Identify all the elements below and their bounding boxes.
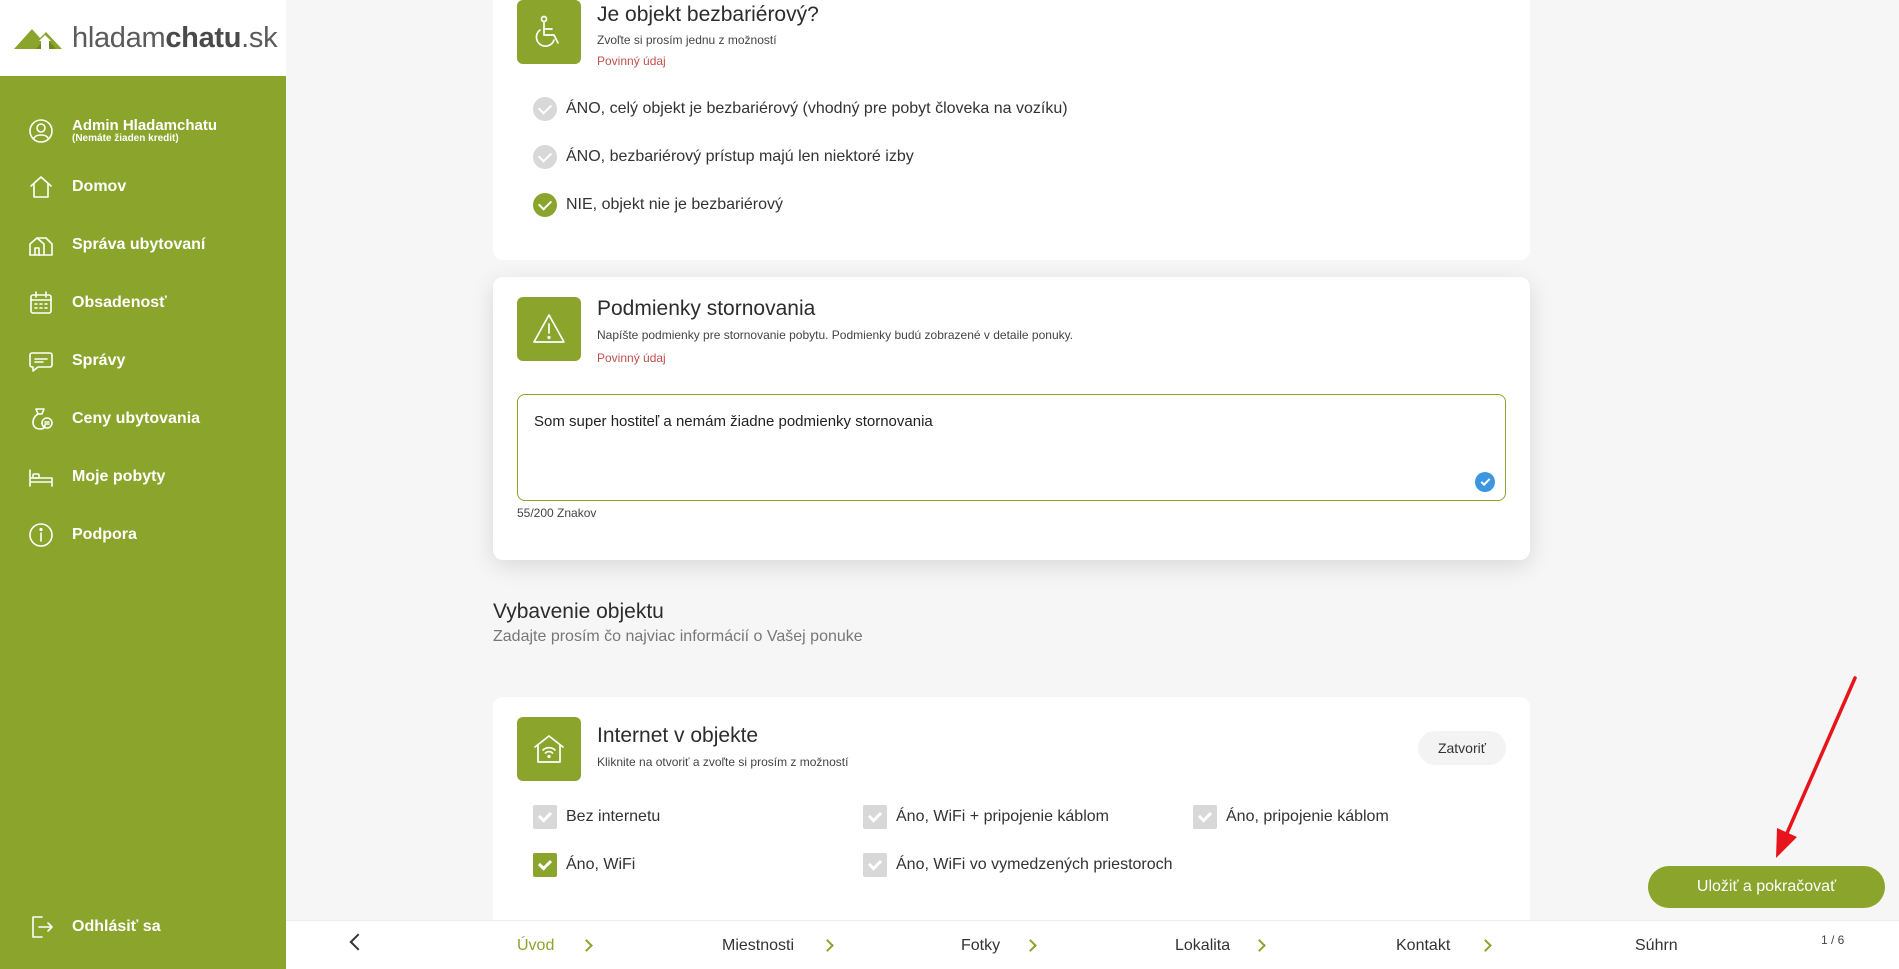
money-icon [28,406,54,432]
back-arrow-icon[interactable] [349,933,367,951]
sidebar-item-ceny-ubytovania[interactable]: Ceny ubytovania [28,406,200,432]
wheelchair-icon [517,0,581,64]
radio-button-selected[interactable] [533,193,557,217]
internet-title: Internet v objekte [597,724,759,747]
logout-label: Odhlásiť sa [72,918,161,935]
option-label: NIE, objekt nie je bezbariérový [566,196,783,213]
option-label: Áno, WiFi + pripojenie káblom [896,808,1109,825]
user-name: Admin Hladamchatu [72,117,218,134]
step-uvod[interactable]: Úvod [517,937,554,955]
chevron-right-icon [580,939,593,952]
barrier-free-subtitle: Zvoľte si prosím jednu z možností [597,33,777,47]
sidebar-item-label: Správy [72,352,126,369]
option-label: Áno, WiFi [566,856,636,873]
checkbox[interactable] [1193,805,1217,829]
logout-icon [28,914,54,940]
internet-option-wifi-limited[interactable]: Áno, WiFi vo vymedzených priestoroch [863,853,1173,877]
checkbox[interactable] [863,853,887,877]
logo-part3: .sk [241,21,278,54]
barrier-option-none[interactable]: NIE, objekt nie je bezbariérový [533,193,783,217]
checkbox[interactable] [863,805,887,829]
home-icon [28,174,54,200]
cancellation-title: Podmienky stornovania [597,297,816,320]
required-label: Povinný údaj [597,54,666,68]
char-counter: 55/200 Znakov [517,506,597,520]
equipment-section-title: Vybavenie objektu [493,600,664,623]
sidebar-item-label: Ceny ubytovania [72,410,201,427]
calendar-icon [28,290,54,316]
internet-option-wifi-cable[interactable]: Áno, WiFi + pripojenie káblom [863,805,1109,829]
info-icon [28,522,54,548]
step-navigation-bar: Úvod Miestnosti Fotky Lokalita Kontakt S… [286,920,1899,969]
chevron-right-icon [1479,939,1492,952]
valid-check-icon [1475,472,1495,492]
internet-option-wifi[interactable]: Áno, WiFi [533,853,635,877]
internet-option-cable[interactable]: Áno, pripojenie káblom [1193,805,1389,829]
sidebar-item-domov[interactable]: Domov [28,174,126,200]
internet-subtitle: Kliknite na otvoriť a zvoľte si prosím z… [597,755,849,769]
sidebar-item-obsadenost[interactable]: Obsadenosť [28,290,167,316]
logo-part1: hladam [72,21,166,54]
logo-part2: chatu [165,21,242,54]
warning-icon [517,297,581,361]
required-label: Povinný údaj [597,351,666,365]
option-label: ÁNO, bezbariérový prístup majú len niekt… [566,148,914,165]
option-label: Áno, WiFi vo vymedzených priestoroch [896,856,1173,873]
bed-icon [28,464,54,490]
sidebar-item-sprava-ubytovani[interactable]: Správa ubytovaní [28,232,205,258]
option-label: Bez internetu [566,808,661,825]
option-label: ÁNO, celý objekt je bezbariérový (vhodný… [566,100,1068,117]
sidebar: hladamchatu.sk Admin Hladamchatu (Nemáte… [0,0,286,969]
equipment-section-subtitle: Zadajte prosím čo najviac informácií o V… [493,628,863,645]
step-fotky[interactable]: Fotky [961,937,1000,955]
wifi-house-icon [517,717,581,781]
sidebar-item-podpora[interactable]: Podpora [28,522,137,548]
cancellation-card: Podmienky stornovania Napíšte podmienky … [493,277,1530,560]
sidebar-item-label: Obsadenosť [72,294,167,311]
main-content: Je objekt bezbariérový? Zvoľte si prosím… [286,0,1899,969]
radio-button[interactable] [533,97,557,121]
accommodation-icon [28,232,54,258]
option-label: Áno, pripojenie káblom [1226,808,1389,825]
step-lokalita[interactable]: Lokalita [1175,937,1230,955]
cancellation-textarea[interactable]: Som super hostiteľ a nemám žiadne podmie… [517,394,1506,501]
sidebar-item-label: Moje pobyty [72,468,166,485]
checkbox-checked[interactable] [533,853,557,877]
close-button[interactable]: Zatvoriť [1417,731,1506,765]
barrier-option-full[interactable]: ÁNO, celý objekt je bezbariérový (vhodný… [533,97,1068,121]
step-suhrn[interactable]: Súhrn [1635,937,1678,955]
logo-text: hladamchatu.sk [72,21,278,55]
barrier-free-title: Je objekt bezbariérový? [597,3,819,26]
internet-option-none[interactable]: Bez internetu [533,805,660,829]
sidebar-item-moje-pobyty[interactable]: Moje pobyty [28,464,165,490]
mountain-logo-icon [14,29,62,49]
sidebar-user[interactable]: Admin Hladamchatu (Nemáte žiaden kredit) [28,117,217,144]
internet-card: Internet v objekte Kliknite na otvoriť a… [493,697,1530,937]
chevron-right-icon [1024,939,1037,952]
logout-button[interactable]: Odhlásiť sa [28,914,161,940]
sidebar-item-label: Domov [72,178,127,195]
barrier-free-card: Je objekt bezbariérový? Zvoľte si prosím… [493,0,1530,260]
radio-button[interactable] [533,145,557,169]
cancellation-text: Som super hostiteľ a nemám žiadne podmie… [534,413,933,430]
sidebar-item-label: Podpora [72,526,137,543]
sidebar-item-label: Správa ubytovaní [72,236,206,253]
cancellation-subtitle: Napíšte podmienky pre stornovanie pobytu… [597,328,1074,342]
message-icon [28,348,54,374]
barrier-option-partial[interactable]: ÁNO, bezbariérový prístup majú len niekt… [533,145,914,169]
chevron-right-icon [1253,939,1266,952]
logo[interactable]: hladamchatu.sk [0,0,286,76]
user-credit: (Nemáte žiaden kredit) [72,133,179,144]
user-icon [28,118,54,144]
step-miestnosti[interactable]: Miestnosti [722,937,794,955]
step-kontakt[interactable]: Kontakt [1396,937,1450,955]
save-continue-button[interactable]: Uložiť a pokračovať [1648,866,1885,908]
page-counter: 1 / 6 [1821,933,1845,947]
checkbox[interactable] [533,805,557,829]
sidebar-item-spravy[interactable]: Správy [28,348,125,374]
chevron-right-icon [821,939,834,952]
